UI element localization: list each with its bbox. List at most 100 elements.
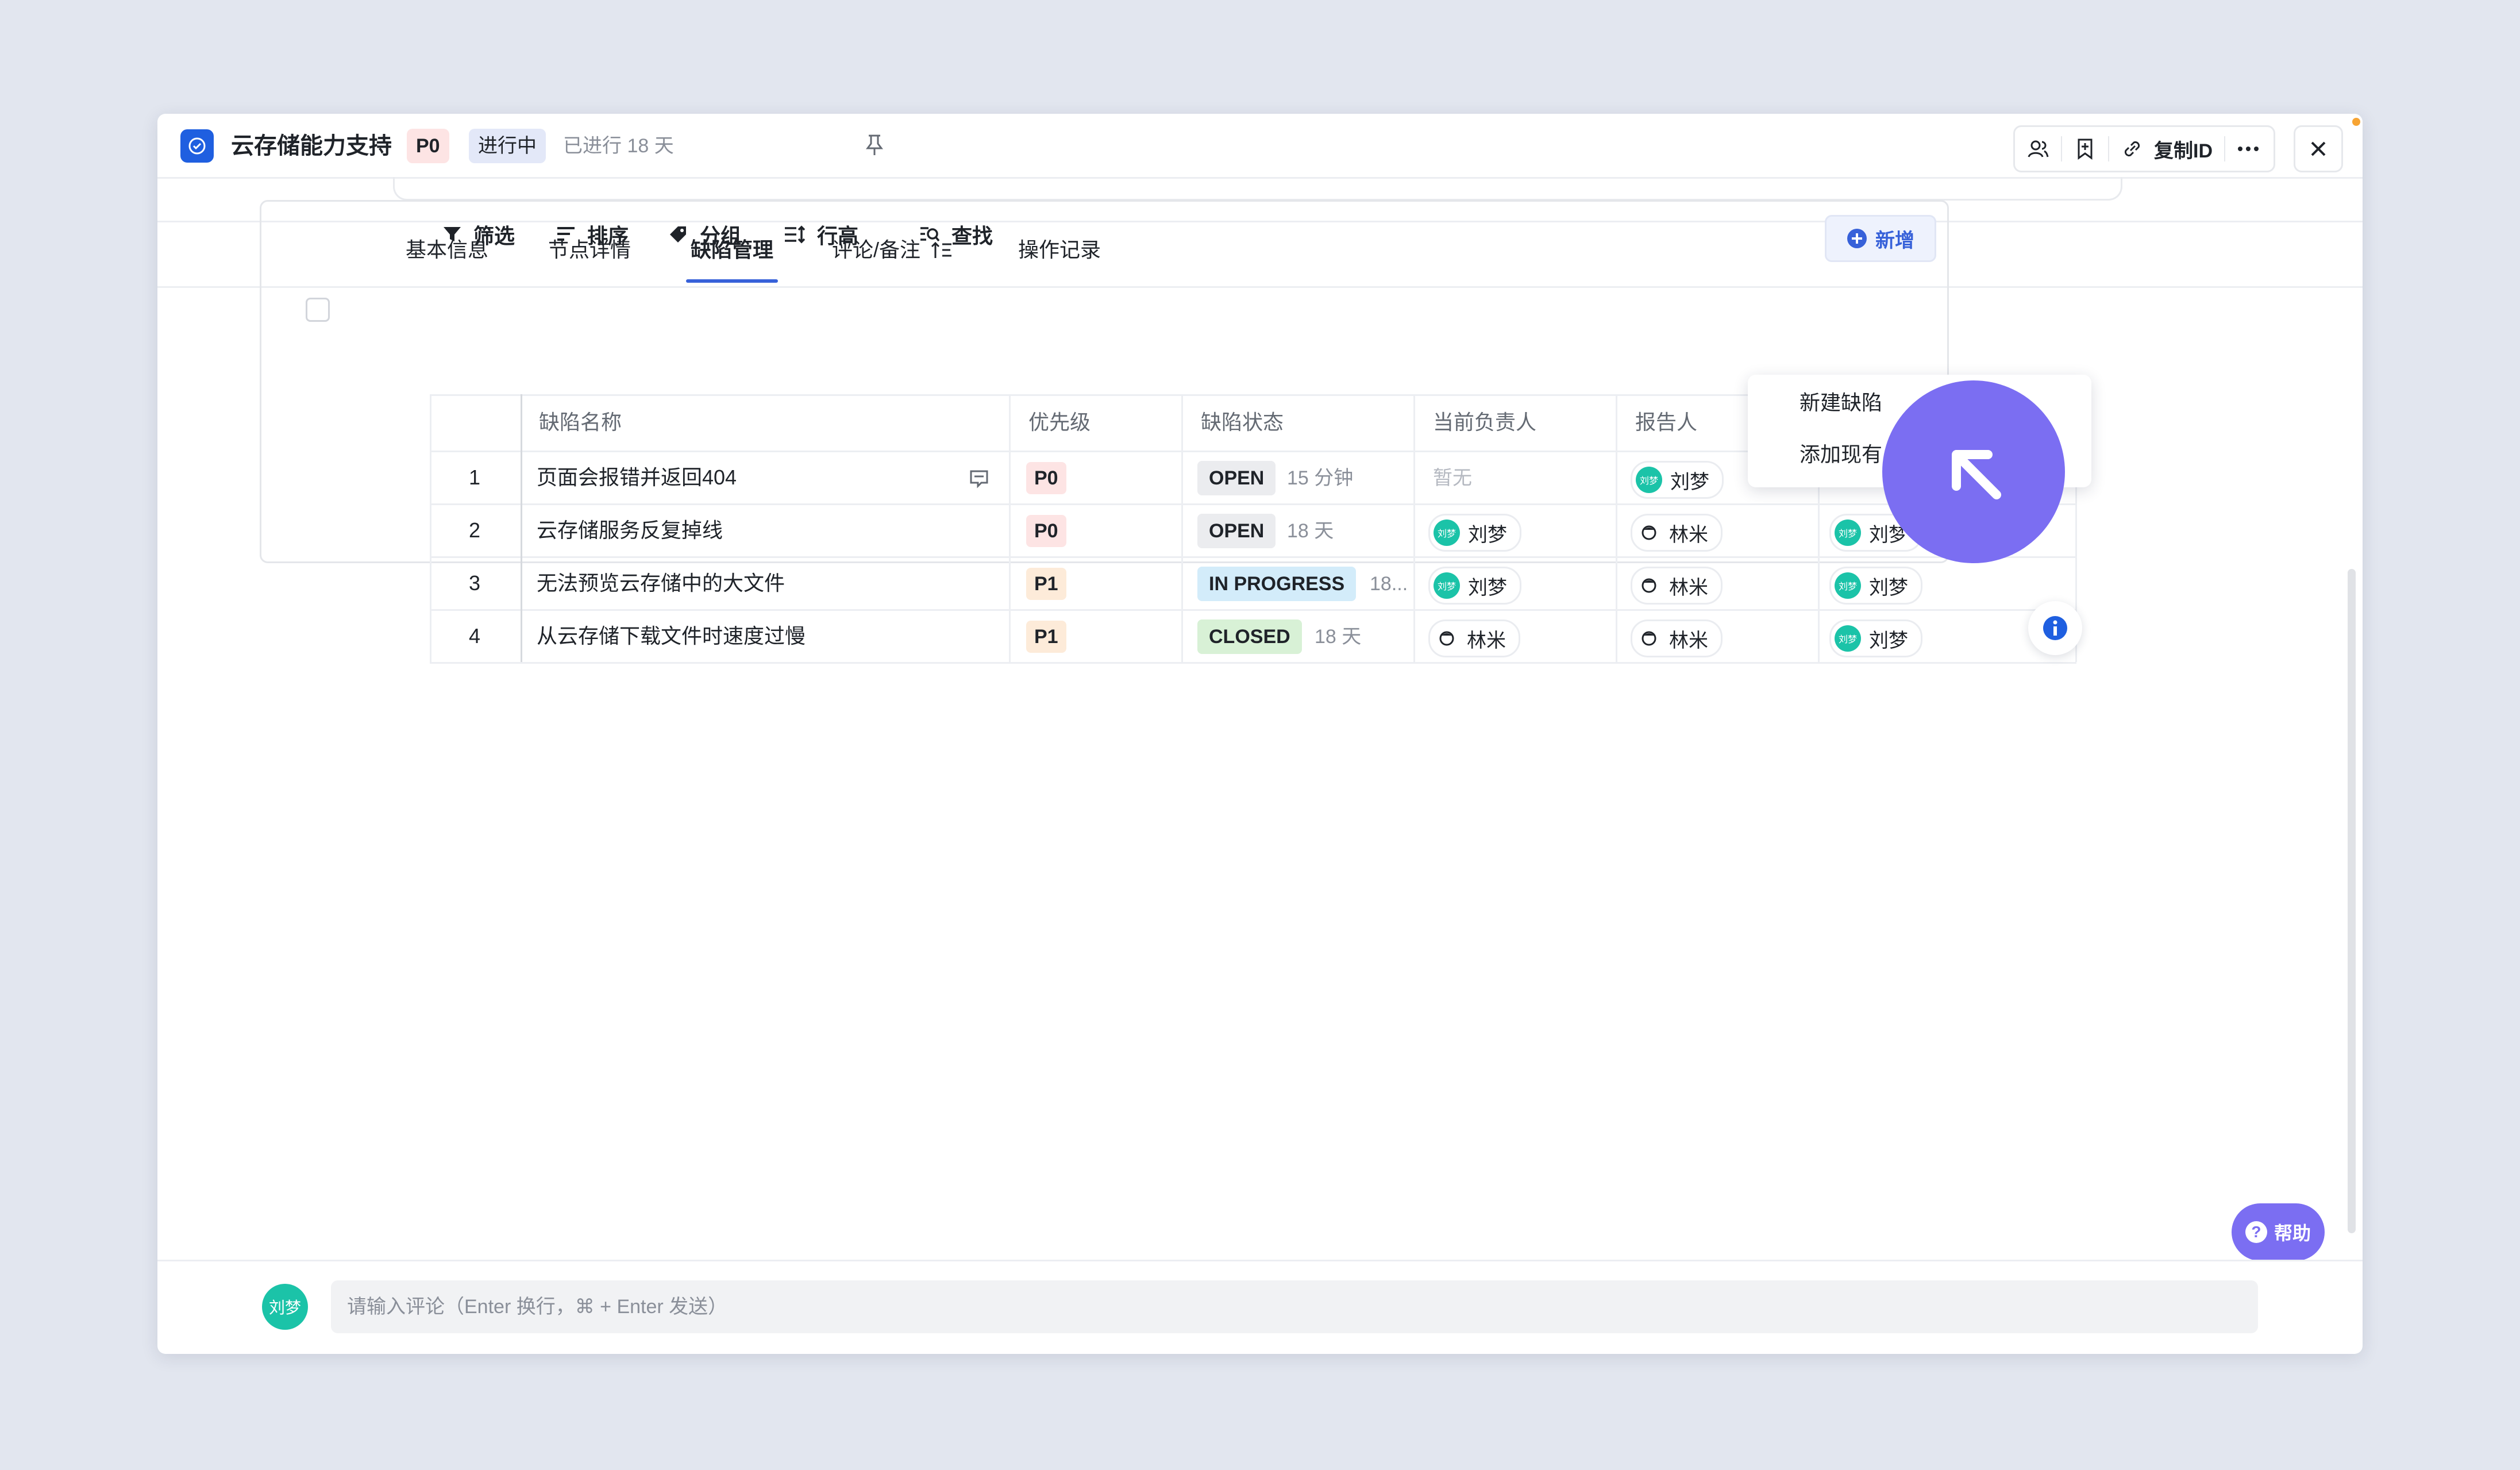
card-edge — [393, 177, 2122, 201]
priority-tag[interactable]: P1 — [1026, 621, 1066, 653]
avatar: 刘梦 — [262, 1284, 308, 1330]
avatar: 刘梦 — [1835, 625, 1861, 652]
header-actions: 复制ID — [2013, 125, 2275, 172]
reporter-chip[interactable]: 林米 — [1631, 619, 1723, 657]
defect-name[interactable]: 从云存储下载文件时速度过慢 — [537, 622, 806, 651]
person-name: 刘梦 — [1869, 576, 1908, 599]
elapsed-time: 已进行 18 天 — [563, 135, 674, 157]
plus-circle-icon — [1847, 229, 1867, 248]
grid-line — [430, 662, 2076, 664]
avatar — [1636, 519, 1662, 546]
priority-tag[interactable]: P0 — [1026, 515, 1066, 547]
help-label: 帮助 — [2274, 1223, 2311, 1244]
defect-name[interactable]: 云存储服务反复掉线 — [537, 516, 723, 545]
assignee-name: 刘梦 — [1468, 576, 1507, 599]
assignee-chip[interactable]: 刘梦 刘梦 — [1428, 514, 1521, 552]
person-name: 刘梦 — [1869, 629, 1908, 652]
avatar: 刘梦 — [1835, 519, 1861, 546]
grid-line — [1009, 394, 1011, 662]
members-icon[interactable] — [2015, 127, 2061, 171]
header-bar: 云存储能力支持 P0 进行中 已进行 18 天 复制ID — [157, 114, 2363, 179]
close-icon[interactable] — [2294, 125, 2343, 172]
check-circle-icon — [180, 129, 214, 163]
grid-line — [1616, 394, 1617, 662]
row-number: 3 — [469, 571, 481, 595]
help-button[interactable]: ? 帮助 — [2232, 1203, 2325, 1261]
column-header-assignee[interactable]: 当前负责人 — [1433, 408, 1536, 437]
select-all-checkbox[interactable] — [306, 298, 330, 322]
reporter-chip[interactable]: 林米 — [1631, 514, 1723, 552]
row-height-button[interactable]: 行高 — [784, 220, 858, 249]
grid-line — [430, 394, 431, 662]
avatar — [1636, 572, 1662, 599]
avatar: 刘梦 — [1835, 572, 1861, 599]
sort-button[interactable]: 排序 — [556, 220, 629, 249]
priority-tag[interactable]: P1 — [1026, 568, 1066, 600]
extra-person-chip[interactable]: 刘梦 刘梦 — [1829, 619, 1922, 657]
reporter-name: 林米 — [1669, 576, 1708, 599]
status-tag[interactable]: IN PROGRESS — [1197, 567, 1357, 601]
status-duration: 15 分钟 — [1287, 467, 1354, 489]
assignee-name: 林米 — [1467, 629, 1506, 652]
row-height-label: 行高 — [817, 224, 859, 248]
assignee-chip[interactable]: 林米 — [1428, 619, 1520, 657]
page-title: 云存储能力支持 — [231, 133, 392, 159]
reporter-name: 刘梦 — [1670, 471, 1709, 493]
status-duration: 18 天 — [1287, 520, 1334, 542]
column-header-name[interactable]: 缺陷名称 — [539, 408, 622, 437]
column-header-reporter[interactable]: 报告人 — [1635, 408, 1697, 437]
defect-name[interactable]: 无法预览云存储中的大文件 — [537, 569, 785, 598]
new-button[interactable]: 新增 — [1825, 215, 1936, 262]
filter-button[interactable]: 筛选 — [442, 220, 515, 249]
link-icon — [2124, 141, 2140, 157]
info-icon[interactable] — [2028, 601, 2082, 655]
avatar: 刘梦 — [1434, 519, 1460, 546]
pin-icon[interactable] — [863, 131, 886, 161]
defect-name[interactable]: 页面会报错并返回404 — [537, 463, 737, 492]
extra-person-chip[interactable]: 刘梦 刘梦 — [1829, 567, 1922, 605]
avatar — [1636, 625, 1662, 652]
sort-label: 排序 — [587, 224, 629, 248]
status-duration: 18 天 — [1315, 626, 1362, 648]
avatar: 刘梦 — [1434, 572, 1460, 599]
filter-icon — [444, 227, 461, 241]
column-header-status[interactable]: 缺陷状态 — [1201, 408, 1284, 437]
row-height-icon — [785, 225, 806, 244]
tag-icon — [670, 226, 686, 243]
status-tag[interactable]: OPEN — [1197, 461, 1276, 495]
status-badge[interactable]: 进行中 — [469, 129, 546, 163]
menu-item-add-existing[interactable]: 添加现有 — [1800, 440, 1882, 469]
copy-id-button[interactable]: 复制ID — [2109, 127, 2224, 171]
grid-line — [430, 556, 2076, 558]
grid-line — [430, 503, 2076, 505]
row-number: 1 — [469, 465, 481, 489]
group-button[interactable]: 分组 — [668, 220, 741, 249]
priority-tag[interactable]: P0 — [1026, 462, 1066, 494]
more-icon[interactable] — [2225, 127, 2271, 171]
row-number: 4 — [469, 624, 481, 648]
search-button[interactable]: 查找 — [919, 220, 993, 249]
comment-icon[interactable] — [969, 469, 989, 491]
bookmark-icon[interactable] — [2062, 127, 2108, 171]
new-label: 新增 — [1875, 229, 1914, 252]
question-icon: ? — [2245, 1221, 2267, 1243]
arrow-cursor-icon — [1882, 380, 2065, 563]
status-tag[interactable]: CLOSED — [1197, 619, 1302, 654]
menu-item-new-defect[interactable]: 新建缺陷 — [1800, 388, 1882, 417]
reporter-chip[interactable]: 林米 — [1631, 567, 1723, 605]
comment-input[interactable] — [331, 1280, 2258, 1333]
reporter-chip[interactable]: 刘梦 刘梦 — [1631, 461, 1724, 499]
group-label: 分组 — [700, 224, 742, 248]
assignee-empty[interactable]: 暂无 — [1433, 462, 1472, 494]
grid-line — [1413, 394, 1415, 662]
scrollbar[interactable] — [2348, 569, 2356, 1233]
column-header-priority[interactable]: 优先级 — [1028, 408, 1091, 437]
status-tag[interactable]: OPEN — [1197, 514, 1276, 548]
avatar: 刘梦 — [1636, 467, 1662, 493]
sort-icon — [557, 227, 575, 241]
reporter-name: 林米 — [1669, 524, 1708, 546]
reporter-name: 林米 — [1669, 629, 1708, 652]
grid-line — [521, 394, 522, 662]
assignee-chip[interactable]: 刘梦 刘梦 — [1428, 567, 1521, 605]
row-number: 2 — [469, 518, 481, 542]
